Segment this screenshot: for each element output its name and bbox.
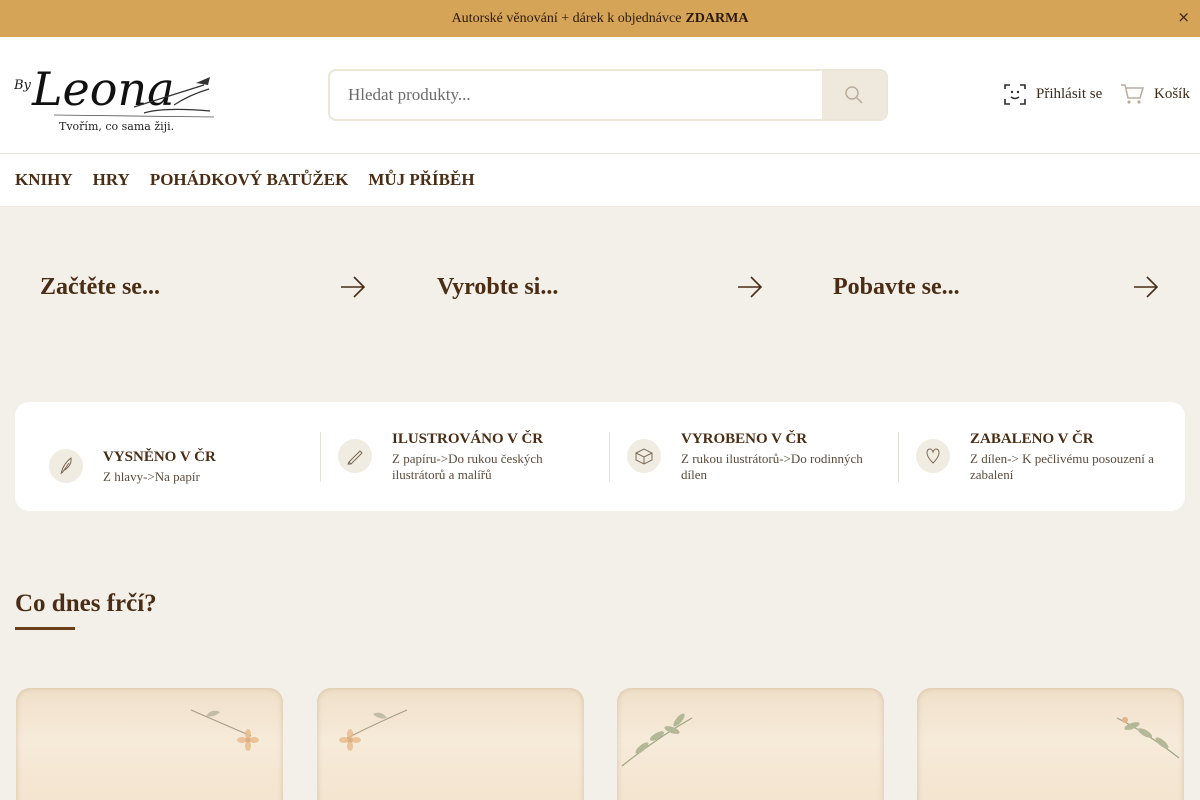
login-label: Přihlásit se [1036,85,1103,102]
feature-item: ILUSTROVÁNO V ČR Z papíru->Do rukou česk… [338,430,592,482]
feature-item: VYSNĚNO V ČR Z hlavy->Na papír [49,440,216,492]
product-card[interactable] [917,688,1184,800]
search-icon [845,86,863,104]
heart-icon [916,439,950,473]
divider [320,432,321,482]
cart-label: Košík [1154,85,1190,102]
product-card[interactable] [617,688,884,800]
feather-icon [49,449,83,483]
arrow-right-icon [738,276,763,298]
section-underline [15,627,75,630]
tile-zactete-se[interactable]: Začtěte se... [40,267,366,307]
site-header: By Leona Tvořím, co sama žiji. Přihlásit… [0,37,1200,154]
face-id-icon [1004,84,1026,105]
feature-title: VYSNĚNO V ČR [103,448,216,465]
feature-desc: Z rukou ilustrátorů->Do rodinných dílen [681,450,863,482]
arrow-right-icon [341,276,366,298]
close-icon[interactable]: × [1177,8,1190,26]
login-link[interactable]: Přihlásit se [1004,83,1102,105]
flower-decoration-icon [190,709,259,751]
feature-title: ZABALENO V ČR [970,430,1094,447]
logo-prefix: By [14,78,32,93]
nav-item-hry[interactable]: HRY [93,170,130,190]
box-icon [627,439,661,473]
leaf-branch-icon [621,713,693,767]
feature-desc: Z dílen-> K pečlivému posouzení a zabale… [970,450,1154,482]
announcement-highlight: ZDARMA [685,10,749,26]
feature-title: VYROBENO V ČR [681,430,808,447]
tile-label: Začtěte se... [40,273,160,300]
product-card[interactable] [317,688,584,800]
features-bar: VYSNĚNO V ČR Z hlavy->Na papír ILUSTROVÁ… [15,402,1185,511]
feature-title: ILUSTROVÁNO V ČR [392,430,544,447]
divider [609,432,610,482]
feature-item: ZABALENO V ČR Z dílen-> K pečlivému poso… [916,430,1170,482]
divider [898,432,899,482]
tile-vyrobte-si[interactable]: Vyrobte si... [437,267,763,307]
flower-decoration-icon [339,709,408,751]
tile-label: Vyrobte si... [437,273,559,300]
announcement-text: Autorské věnování + dárek k objednávce [451,10,682,26]
tile-pobavte-se[interactable]: Pobavte se... [833,267,1159,307]
feature-desc: Z hlavy->Na papír [103,468,200,484]
logo[interactable]: By Leona Tvořím, co sama žiji. [14,55,219,135]
nav-item-pohadkovy-batuzek[interactable]: POHÁDKOVÝ BATŮŽEK [150,170,349,190]
feature-item: VYROBENO V ČR Z rukou ilustrátorů->Do ro… [627,430,881,482]
announcement-bar: Autorské věnování + dárek k objednávce Z… [0,0,1200,37]
nav-item-muj-pribeh[interactable]: MŮJ PŘÍBĚH [368,170,474,190]
search-button[interactable] [822,71,886,119]
feature-desc: Z papíru->Do rukou českých ilustrátorů a… [392,450,543,482]
pencil-icon [338,439,372,473]
section-title: Co dnes frčí? [15,590,157,617]
logo-name: Leona [31,62,175,116]
tile-label: Pobavte se... [833,273,960,300]
nav-item-knihy[interactable]: KNIHY [15,170,73,190]
arrow-right-icon [1134,276,1159,298]
logo-tagline: Tvořím, co sama žiji. [59,120,174,133]
product-card[interactable] [16,688,283,800]
cart-link[interactable]: Košík [1120,83,1190,105]
leaf-branch-icon [1116,717,1180,759]
search-input[interactable] [330,71,824,119]
category-tiles: Začtěte se... Vyrobte si... Pobavte se..… [0,207,1200,367]
main-nav: KNIHY HRY POHÁDKOVÝ BATŮŽEK MŮJ PŘÍBĚH [0,154,1200,207]
search-box [328,69,888,121]
cart-icon [1121,84,1144,104]
